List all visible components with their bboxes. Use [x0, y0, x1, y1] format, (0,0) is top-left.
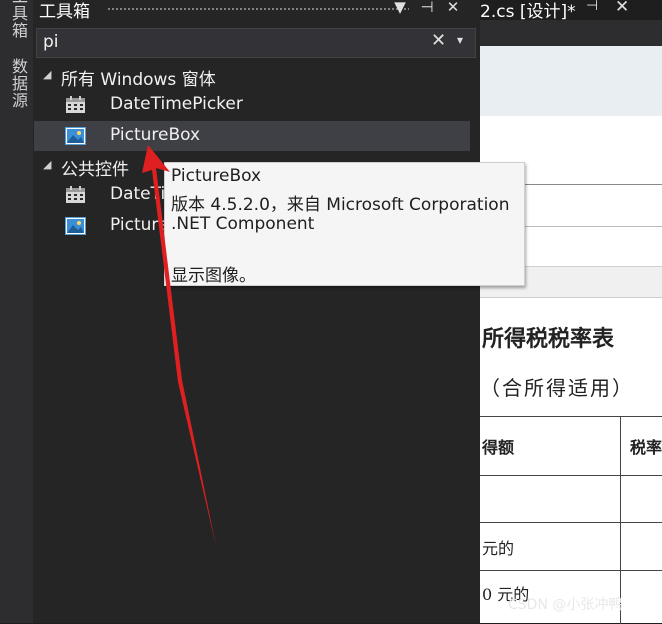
- doc-subheading: （合所得适用）: [480, 376, 634, 400]
- pin-icon[interactable]: ⊣: [418, 0, 436, 16]
- designer-area: 2.cs [设计]* ⊣ ✕ 所得税税率表 （合所得适用） 得额 税率 元的 0…: [480, 0, 662, 624]
- table-header-cell: 税率: [630, 438, 662, 457]
- search-options-icon[interactable]: ▾: [457, 33, 463, 47]
- table-row-line: [480, 570, 662, 571]
- table-header-cell: 得额: [482, 438, 515, 457]
- picture-icon: [65, 217, 86, 235]
- side-tab-strip: 工具箱 数据源: [0, 0, 34, 623]
- toolbox-title-bar: 工具箱 ▼ ⊣ ✕: [33, 0, 480, 22]
- table-cell: 元的: [482, 539, 515, 558]
- tab-pin-icon[interactable]: ⊣: [586, 0, 598, 14]
- watermark: CSDN @小张冲鸭: [508, 597, 623, 613]
- tooltip-title: PictureBox: [171, 166, 262, 186]
- item-label: DateTimePicker: [110, 94, 243, 114]
- document-tab[interactable]: 2.cs [设计]* ⊣ ✕: [480, 0, 662, 22]
- group-all-windows-forms[interactable]: ◢ 所有 Windows 窗体: [33, 62, 480, 90]
- item-tooltip: PictureBox 版本 4.5.2.0，来自 Microsoft Corpo…: [164, 162, 525, 286]
- tooltip-description: 显示图像。: [171, 266, 256, 286]
- document-tab-title: 2.cs [设计]*: [480, 2, 576, 22]
- tooltip-version: 版本 4.5.2.0，来自 Microsoft Corporation: [171, 195, 510, 215]
- title-grip[interactable]: [107, 7, 409, 12]
- side-tab-datasource[interactable]: 数据源: [6, 58, 30, 109]
- table-column-line: [620, 417, 621, 624]
- toolbox-item-picturebox[interactable]: PictureBox: [34, 121, 470, 151]
- toolbox-item-datetimepicker[interactable]: DateTimePicker: [34, 90, 470, 120]
- table-row-line: [480, 475, 662, 476]
- group-label: 所有 Windows 窗体: [61, 70, 216, 90]
- form-header-band: [480, 46, 662, 116]
- table-row-line: [480, 522, 662, 523]
- collapse-triangle-icon[interactable]: ◢: [43, 68, 51, 81]
- search-input[interactable]: [43, 31, 413, 53]
- side-tab-toolbox[interactable]: 工具箱: [6, 0, 30, 39]
- toolbox-panel: 工具箱 ▼ ⊣ ✕ ✕ ▾ ◢ 所有 Windows 窗体 DateTimePi…: [33, 0, 480, 623]
- tooltip-type: .NET Component: [171, 214, 315, 234]
- calendar-icon: [66, 186, 85, 203]
- picture-icon: [65, 127, 86, 145]
- toolbox-title: 工具箱: [39, 2, 90, 22]
- calendar-icon: [66, 96, 85, 113]
- item-label: PictureBox: [110, 125, 201, 145]
- close-icon[interactable]: ✕: [444, 0, 462, 16]
- window-position-dropdown-icon[interactable]: ▼: [391, 0, 409, 16]
- tab-close-icon[interactable]: ✕: [615, 0, 629, 17]
- form-preview: 所得税税率表 （合所得适用） 得额 税率 元的 0 元的: [480, 46, 662, 624]
- collapse-triangle-icon[interactable]: ◢: [43, 158, 51, 171]
- group-label: 公共控件: [61, 160, 129, 180]
- doc-table: 得额 税率 元的 0 元的: [480, 416, 662, 624]
- designer-toolbar: [480, 20, 662, 46]
- doc-heading: 所得税税率表: [482, 326, 615, 352]
- toolbox-search: ✕ ▾: [36, 28, 476, 58]
- clear-search-icon[interactable]: ✕: [431, 30, 446, 51]
